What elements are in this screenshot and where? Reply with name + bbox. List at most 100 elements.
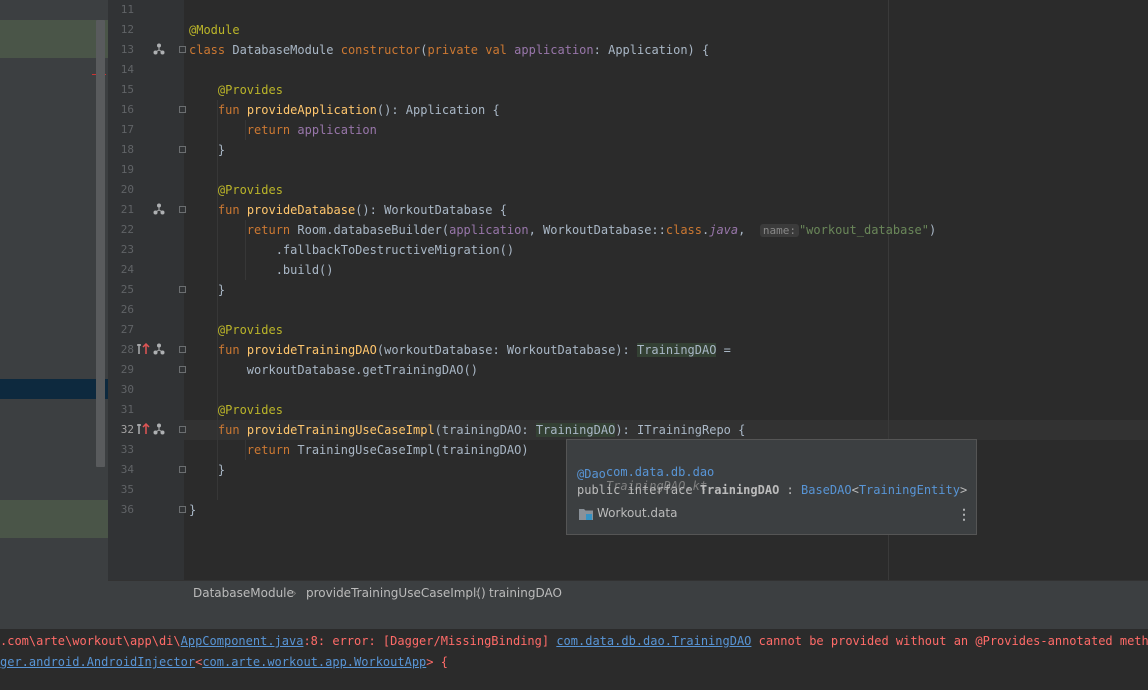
line-number-current: 32	[120, 423, 134, 436]
breadcrumb-item[interactable]: provideTrainingUseCaseImpl()	[306, 581, 486, 605]
project-scrollbar[interactable]	[96, 20, 105, 467]
code-line[interactable]: }	[189, 500, 196, 520]
fold-marker-icon[interactable]	[179, 346, 186, 353]
popup-decl-prefix: public interface	[577, 483, 700, 497]
dagger-consumer-icon[interactable]	[136, 343, 150, 355]
line-number: 11	[120, 3, 134, 16]
code-line[interactable]: }	[189, 460, 225, 480]
more-vertical-icon[interactable]: ⋮	[957, 508, 971, 522]
line-number: 23	[120, 243, 134, 256]
fold-marker-icon[interactable]	[179, 506, 186, 513]
line-number: 31	[120, 403, 134, 416]
code-line[interactable]: }	[189, 140, 225, 160]
code-line[interactable]: workoutDatabase.getTrainingDAO()	[189, 360, 478, 380]
line-number: 12	[120, 23, 134, 36]
popup-module: Workout.data	[597, 506, 678, 520]
module-folder-icon	[579, 509, 593, 520]
code-line[interactable]: return Room.databaseBuilder(application,…	[189, 220, 936, 240]
fold-marker-icon[interactable]	[179, 46, 186, 53]
line-number: 28	[120, 343, 134, 356]
line-number: 27	[120, 323, 134, 336]
line-number: 14	[120, 63, 134, 76]
code-line[interactable]: .build()	[189, 260, 334, 280]
console-error-line: ger.android.AndroidInjector<com.arte.wor…	[0, 652, 448, 672]
line-number: 30	[120, 383, 134, 396]
dagger-provider-icon[interactable]	[153, 423, 165, 435]
dagger-consumer-icon[interactable]	[136, 423, 150, 435]
line-number: 24	[120, 263, 134, 276]
line-number: 22	[120, 223, 134, 236]
code-line[interactable]: return TrainingUseCaseImpl(trainingDAO)	[189, 440, 529, 460]
fold-marker-icon[interactable]	[179, 206, 186, 213]
breadcrumb-item[interactable]: trainingDAO	[489, 581, 562, 605]
line-number: 20	[120, 183, 134, 196]
code-line[interactable]: @Module	[189, 20, 240, 40]
project-row-selected[interactable]	[0, 379, 108, 399]
console-text: cannot be provided without an @Provides-…	[751, 634, 1148, 648]
code-line[interactable]: fun provideTrainingDAO(workoutDatabase: …	[189, 340, 731, 360]
dagger-provider-icon[interactable]	[153, 203, 165, 215]
popup-annotation[interactable]: @Dao	[577, 467, 606, 481]
breadcrumb: DatabaseModule › provideTrainingUseCaseI…	[108, 580, 1148, 605]
project-row-highlight[interactable]	[0, 20, 108, 58]
popup-decl-lt: <	[851, 483, 859, 497]
console-text: > {	[426, 655, 448, 669]
line-number: 15	[120, 83, 134, 96]
line-number: 17	[120, 123, 134, 136]
line-number: 19	[120, 163, 134, 176]
dagger-provider-icon[interactable]	[153, 343, 165, 355]
fold-marker-icon[interactable]	[179, 146, 186, 153]
fold-marker-icon[interactable]	[179, 286, 186, 293]
tool-window-header	[0, 603, 1148, 630]
code-line[interactable]: @Provides	[189, 320, 283, 340]
code-line[interactable]: .fallbackToDestructiveMigration()	[189, 240, 514, 260]
line-number: 18	[120, 143, 134, 156]
fold-marker-icon[interactable]	[179, 426, 186, 433]
fold-marker-icon[interactable]	[179, 366, 186, 373]
popup-decl-name: TrainingDAO	[699, 483, 780, 497]
line-number: 36	[120, 503, 134, 516]
chevron-right-icon: ›	[475, 586, 480, 600]
popup-decl-colon: :	[779, 483, 801, 497]
quick-doc-popup[interactable]: com.data.db.dao TrainingDAO.kt @Dao publ…	[566, 439, 977, 535]
popup-declaration: public interface TrainingDAO : BaseDAO<T…	[577, 483, 967, 497]
code-token: @Module	[189, 23, 240, 37]
line-number: 16	[120, 103, 134, 116]
line-number: 35	[120, 483, 134, 496]
popup-decl-super[interactable]: BaseDAO	[801, 483, 852, 497]
line-number: 34	[120, 463, 134, 476]
code-line[interactable]: fun provideApplication(): Application {	[189, 100, 500, 120]
dagger-provider-icon[interactable]	[153, 43, 165, 55]
console-error-line: .com\arte\workout\app\di\AppComponent.ja…	[0, 631, 1148, 651]
popup-package[interactable]: com.data.db.dao	[606, 465, 714, 479]
line-number: 13	[120, 43, 134, 56]
code-line[interactable]: return application	[189, 120, 377, 140]
code-line[interactable]: class DatabaseModule constructor(private…	[189, 40, 709, 60]
line-number: 33	[120, 443, 134, 456]
code-line[interactable]: @Provides	[189, 80, 283, 100]
chevron-right-icon: ›	[292, 586, 297, 600]
build-output-console[interactable]: .com\arte\workout\app\di\AppComponent.ja…	[0, 629, 1148, 690]
project-panel-footer	[0, 580, 108, 604]
console-class-link[interactable]: ger.android.AndroidInjector	[0, 655, 195, 669]
breadcrumb-item[interactable]: DatabaseModule	[193, 581, 294, 605]
code-line[interactable]: @Provides	[189, 400, 283, 420]
line-number: 21	[120, 203, 134, 216]
line-number: 29	[120, 363, 134, 376]
fold-marker-icon[interactable]	[179, 106, 186, 113]
console-file-link[interactable]: AppComponent.java	[181, 634, 304, 648]
code-line[interactable]: @Provides	[189, 180, 283, 200]
console-text: :8: error: [Dagger/MissingBinding]	[303, 634, 557, 648]
popup-decl-gt: >	[959, 483, 968, 497]
code-line[interactable]: }	[189, 280, 225, 300]
code-line[interactable]: fun provideDatabase(): WorkoutDatabase {	[189, 200, 507, 220]
code-line-current[interactable]: fun provideTrainingUseCaseImpl(trainingD…	[189, 420, 745, 440]
console-text: .com\arte\workout\app\di\	[0, 634, 181, 648]
line-number: 26	[120, 303, 134, 316]
project-row-highlight[interactable]	[0, 500, 108, 538]
popup-decl-generic[interactable]: TrainingEntity	[859, 483, 960, 497]
console-class-link[interactable]: com.data.db.dao.TrainingDAO	[556, 634, 751, 648]
console-class-link[interactable]: com.arte.workout.app.WorkoutApp	[202, 655, 426, 669]
fold-marker-icon[interactable]	[179, 466, 186, 473]
line-number: 25	[120, 283, 134, 296]
